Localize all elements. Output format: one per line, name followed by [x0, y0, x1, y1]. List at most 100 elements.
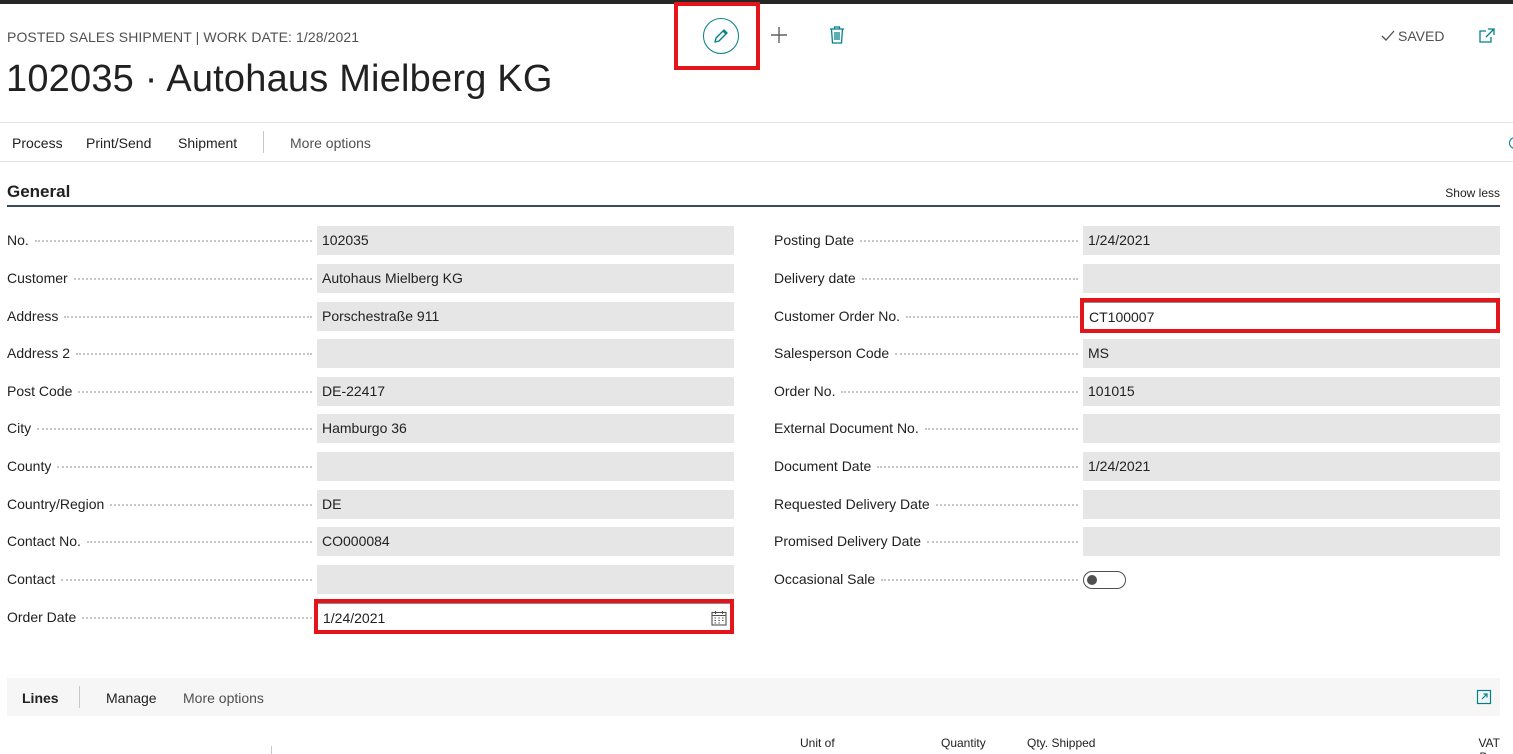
address-field[interactable]: Porschestraße 911: [317, 302, 734, 331]
field-label-order-no: Order No.: [774, 383, 1078, 399]
customer-field[interactable]: Autohaus Mielberg KG: [317, 264, 734, 293]
leader-dots: [82, 617, 312, 619]
field-label-post-code: Post Code: [7, 383, 312, 399]
field-label-document-date: Document Date: [774, 458, 1078, 474]
column-qty-shipped[interactable]: Qty. Shipped: [1027, 736, 1095, 750]
leader-dots: [895, 353, 1078, 355]
label-text: Post Code: [7, 383, 73, 399]
field-label-contact-no: Contact No.: [7, 533, 312, 549]
lines-more-options[interactable]: More options: [183, 690, 264, 706]
leader-dots: [860, 240, 1078, 242]
label-text: Requested Delivery Date: [774, 496, 930, 512]
saved-label: SAVED: [1398, 28, 1445, 44]
edit-button[interactable]: [703, 18, 739, 54]
field-label-country-region: Country/Region: [7, 496, 312, 512]
column-vat-base[interactable]: VAT Bas: [1460, 736, 1500, 754]
external-document-no-field[interactable]: [1083, 414, 1500, 443]
leader-dots: [34, 240, 312, 242]
leader-dots: [73, 278, 312, 280]
label-text: Customer: [7, 270, 68, 286]
field-label-county: County: [7, 458, 312, 474]
leader-dots: [877, 466, 1078, 468]
field-label-customer-order-no: Customer Order No.: [774, 308, 1078, 324]
action-bar: Process Print/Send Shipment More options: [0, 122, 1513, 162]
field-label-address-2: Address 2: [7, 345, 312, 361]
delivery-date-field[interactable]: [1083, 264, 1500, 293]
saved-status: SAVED: [1381, 28, 1444, 44]
field-label-customer: Customer: [7, 270, 312, 286]
order-date-highlight-box: [314, 599, 734, 634]
general-section-header: General Show less: [7, 181, 1500, 207]
requested-delivery-date-field[interactable]: [1083, 490, 1500, 519]
label-text: Contact: [7, 571, 56, 587]
action-shipment[interactable]: Shipment: [178, 135, 237, 151]
action-separator: [263, 131, 264, 153]
show-less-link[interactable]: Show less: [1445, 186, 1500, 200]
label-text: No.: [7, 232, 29, 248]
action-more-options[interactable]: More options: [290, 135, 371, 151]
label-text: External Document No.: [774, 420, 919, 436]
toggle-knob: [1087, 574, 1097, 585]
leader-dots: [76, 353, 312, 355]
lines-grid-header: Unit of Quantity Qty. Shipped VAT Bas: [7, 716, 1500, 754]
plus-icon: [771, 27, 787, 43]
contact-no-field[interactable]: CO000084: [317, 527, 734, 556]
field-label-delivery-date: Delivery date: [774, 270, 1078, 286]
post-code-field[interactable]: DE-22417: [317, 377, 734, 406]
page-title: 102035 · Autohaus Mielberg KG: [6, 58, 553, 100]
leader-dots: [64, 316, 312, 318]
lines-separator: [79, 686, 80, 708]
delete-button[interactable]: [825, 22, 849, 48]
label-text: Country/Region: [7, 496, 105, 512]
label-text: Address: [7, 308, 59, 324]
leader-dots: [924, 428, 1078, 430]
action-process[interactable]: Process: [12, 135, 63, 151]
leader-dots: [86, 541, 312, 543]
breadcrumb: POSTED SALES SHIPMENT | WORK DATE: 1/28/…: [7, 29, 360, 45]
leader-dots: [57, 466, 312, 468]
general-section-title[interactable]: General: [7, 182, 70, 202]
label-text: Order Date: [7, 609, 77, 625]
contact-field[interactable]: [317, 565, 734, 594]
action-print-send[interactable]: Print/Send: [86, 135, 151, 151]
leader-dots: [881, 579, 1078, 581]
city-field[interactable]: Hamburgo 36: [317, 414, 734, 443]
label-text: Contact No.: [7, 533, 81, 549]
label-text: County: [7, 458, 52, 474]
lines-manage[interactable]: Manage: [106, 690, 157, 706]
salesperson-code-field[interactable]: MS: [1083, 339, 1500, 368]
field-label-no: No.: [7, 232, 312, 248]
county-field[interactable]: [317, 452, 734, 481]
posting-date-field[interactable]: 1/24/2021: [1083, 226, 1500, 255]
expand-icon[interactable]: [1476, 689, 1492, 705]
field-label-occasional-sale: Occasional Sale: [774, 571, 1078, 587]
column-quantity[interactable]: Quantity: [941, 736, 986, 750]
field-label-contact: Contact: [7, 571, 312, 587]
field-label-requested-delivery-date: Requested Delivery Date: [774, 496, 1078, 512]
column-unit-of[interactable]: Unit of: [800, 736, 835, 750]
no-field[interactable]: 102035: [317, 226, 734, 255]
new-button[interactable]: [766, 22, 792, 48]
popout-button[interactable]: [1478, 27, 1496, 45]
leader-dots: [61, 579, 312, 581]
leader-dots: [37, 428, 312, 430]
lines-title[interactable]: Lines: [22, 690, 59, 706]
leader-dots: [861, 278, 1078, 280]
label-text: Salesperson Code: [774, 345, 890, 361]
label-text: Delivery date: [774, 270, 856, 286]
label-text: City: [7, 420, 32, 436]
order-no-field[interactable]: 101015: [1083, 377, 1500, 406]
popout-icon: [1479, 28, 1495, 43]
occasional-sale-toggle[interactable]: [1083, 571, 1126, 589]
pencil-icon: [714, 29, 728, 43]
factbox-toggle-icon[interactable]: [1509, 137, 1513, 149]
country-region-field[interactable]: DE: [317, 490, 734, 519]
document-date-field[interactable]: 1/24/2021: [1083, 452, 1500, 481]
trash-icon: [830, 26, 844, 44]
address-2-field[interactable]: [317, 339, 734, 368]
leader-dots: [935, 504, 1078, 506]
label-text: Posting Date: [774, 232, 855, 248]
promised-delivery-date-field[interactable]: [1083, 527, 1500, 556]
field-label-city: City: [7, 420, 312, 436]
field-label-external-document-no: External Document No.: [774, 420, 1078, 436]
